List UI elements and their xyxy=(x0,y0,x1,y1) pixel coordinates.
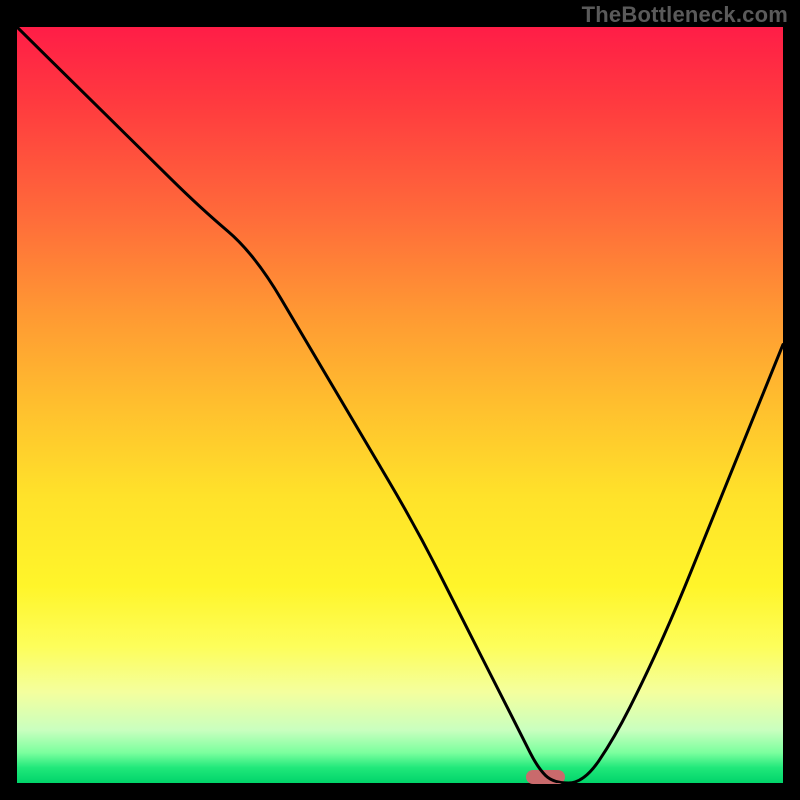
bottleneck-curve xyxy=(17,27,783,783)
curve-layer xyxy=(17,27,783,783)
chart-frame: TheBottleneck.com xyxy=(0,0,800,800)
plot-area xyxy=(17,27,783,783)
watermark-text: TheBottleneck.com xyxy=(582,2,788,28)
